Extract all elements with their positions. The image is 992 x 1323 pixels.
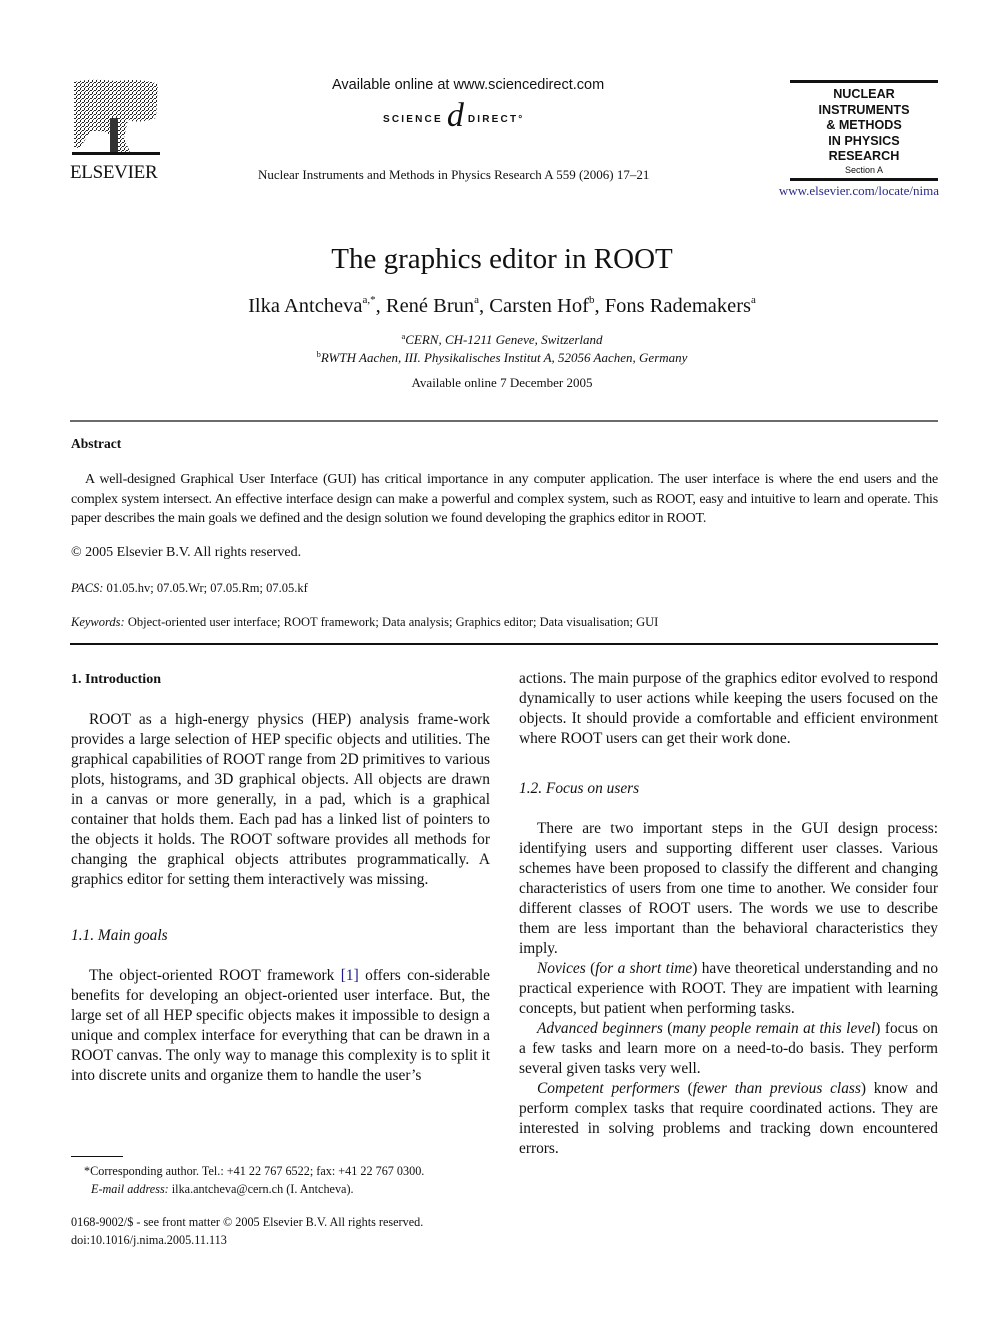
elsevier-tree-icon xyxy=(70,78,162,160)
keywords-line: Keywords: Object-oriented user interface… xyxy=(71,615,658,630)
right-column: actions. The main purpose of the graphic… xyxy=(519,669,938,1159)
paragraph-text: offers con-siderable benefits for develo… xyxy=(71,967,490,1084)
journal-logo-title: NUCLEAR INSTRUMENTS & METHODS IN PHYSICS… xyxy=(790,83,938,165)
author-name: René Brun xyxy=(385,295,475,317)
journal-logo-rule-bottom xyxy=(790,177,938,181)
subsection-heading-main-goals: 1.1. Main goals xyxy=(71,927,168,944)
sciencedirect-right: DIRECT° xyxy=(467,113,525,125)
author-name: Carsten Hof xyxy=(489,295,589,317)
abstract-copyright: © 2005 Elsevier B.V. All rights reserved… xyxy=(71,545,302,560)
subsection-heading-focus-on-users: 1.2. Focus on users xyxy=(519,780,640,797)
novices-paragraph: Novices (for a short time) have theoreti… xyxy=(519,960,939,1017)
competent-paragraph: Competent performers (fewer than previou… xyxy=(519,1080,938,1157)
author-affil-mark[interactable]: a xyxy=(751,294,756,306)
focus-paragraph: There are two important steps in the GUI… xyxy=(519,820,938,957)
affiliation-text: CERN, CH-1211 Geneve, Switzerland xyxy=(405,332,603,347)
journal-url-link[interactable]: www.elsevier.com/locate/nima xyxy=(763,183,939,199)
main-goals-paragraph: The object-oriented ROOT framework [1] o… xyxy=(71,966,490,1086)
affiliation-text: RWTH Aachen, III. Physikalisches Institu… xyxy=(320,350,688,365)
sciencedirect-at-icon: d xyxy=(446,97,464,134)
journal-logo: NUCLEAR INSTRUMENTS & METHODS IN PHYSICS… xyxy=(790,80,938,181)
sciencedirect-left: SCIENCE xyxy=(383,113,443,125)
affiliation-b: bRWTH Aachen, III. Physikalisches Instit… xyxy=(0,349,992,366)
footnote-email: E-mail address: ilka.antcheva@cern.ch (I… xyxy=(91,1180,354,1198)
email-address[interactable]: ilka.antcheva@cern.ch (I. Antcheva). xyxy=(169,1182,354,1196)
author-name: Ilka Antcheva xyxy=(248,295,363,317)
author-separator: , xyxy=(479,295,490,317)
term-note: fewer than previous class xyxy=(692,1080,861,1097)
footnote-divider xyxy=(71,1156,123,1157)
author-affil-mark[interactable]: a,* xyxy=(363,294,376,306)
publisher-logo-text: ELSEVIER xyxy=(70,162,158,183)
advanced-paragraph: Advanced beginners (many people remain a… xyxy=(519,1020,938,1077)
email-label: E-mail address: xyxy=(91,1182,169,1196)
keywords-list: Object-oriented user interface; ROOT fra… xyxy=(127,615,659,629)
author-list: Ilka Antchevaa,*, René Brun a, Carsten Ho… xyxy=(0,294,992,318)
abstract-body: A well-designed Graphical User Interface… xyxy=(71,472,938,527)
available-online-link[interactable]: Available online at www.sciencedirect.co… xyxy=(332,77,604,93)
journal-logo-line: INSTRUMENTS xyxy=(818,102,910,117)
continuation-paragraph: actions. The main purpose of the graphic… xyxy=(519,670,938,747)
pacs-codes: 01.05.hv; 07.05.Wr; 07.05.Rm; 07.05.kf xyxy=(106,581,308,595)
reference-link[interactable]: [1] xyxy=(341,967,359,984)
keywords-label: Keywords: xyxy=(71,615,125,629)
term: Competent performers xyxy=(537,1080,680,1097)
journal-logo-section: Section A xyxy=(844,164,884,175)
author-separator: , xyxy=(375,295,386,317)
left-column: 1. Introduction ROOT as a high-energy ph… xyxy=(71,670,490,1086)
paragraph-text: The object-oriented ROOT framework xyxy=(89,967,341,984)
article-title: The graphics editor in ROOT xyxy=(331,243,673,275)
term: Novices xyxy=(537,960,586,977)
sciencedirect-logo: SCIENCE d DIRECT° xyxy=(383,97,525,138)
journal-citation: Nuclear Instruments and Methods in Physi… xyxy=(258,167,650,182)
journal-logo-line: RESEARCH xyxy=(828,149,900,163)
abstract-heading: Abstract xyxy=(71,436,122,451)
pacs-label: PACS: xyxy=(71,581,104,595)
term-note: many people remain at this level xyxy=(672,1020,876,1037)
available-date: Available online 7 December 2005 xyxy=(411,375,593,390)
pacs-line: PACS: 01.05.hv; 07.05.Wr; 07.05.Rm; 07.0… xyxy=(71,581,308,596)
front-matter: 0168-9002/$ - see front matter © 2005 El… xyxy=(71,1215,424,1229)
introduction-paragraph: ROOT as a high-energy physics (HEP) anal… xyxy=(71,711,491,888)
term: Advanced beginners xyxy=(537,1020,663,1037)
abstract-top-divider xyxy=(70,420,938,422)
author-name: Fons Rademakers xyxy=(604,295,752,317)
term-note: for a short time xyxy=(595,960,693,977)
journal-logo-line: & METHODS xyxy=(826,118,902,132)
footnote-corresponding: *Corresponding author. Tel.: +41 22 767 … xyxy=(84,1164,425,1178)
author-separator: , xyxy=(594,295,605,317)
journal-logo-line: IN PHYSICS xyxy=(828,133,900,148)
journal-logo-line: NUCLEAR xyxy=(833,87,895,101)
abstract-bottom-divider xyxy=(70,643,938,645)
doi-link[interactable]: doi:10.1016/j.nima.2005.11.113 xyxy=(71,1233,227,1248)
affiliation-a: aCERN, CH-1211 Geneve, Switzerland xyxy=(0,331,992,348)
section-heading-introduction: 1. Introduction xyxy=(71,672,161,687)
